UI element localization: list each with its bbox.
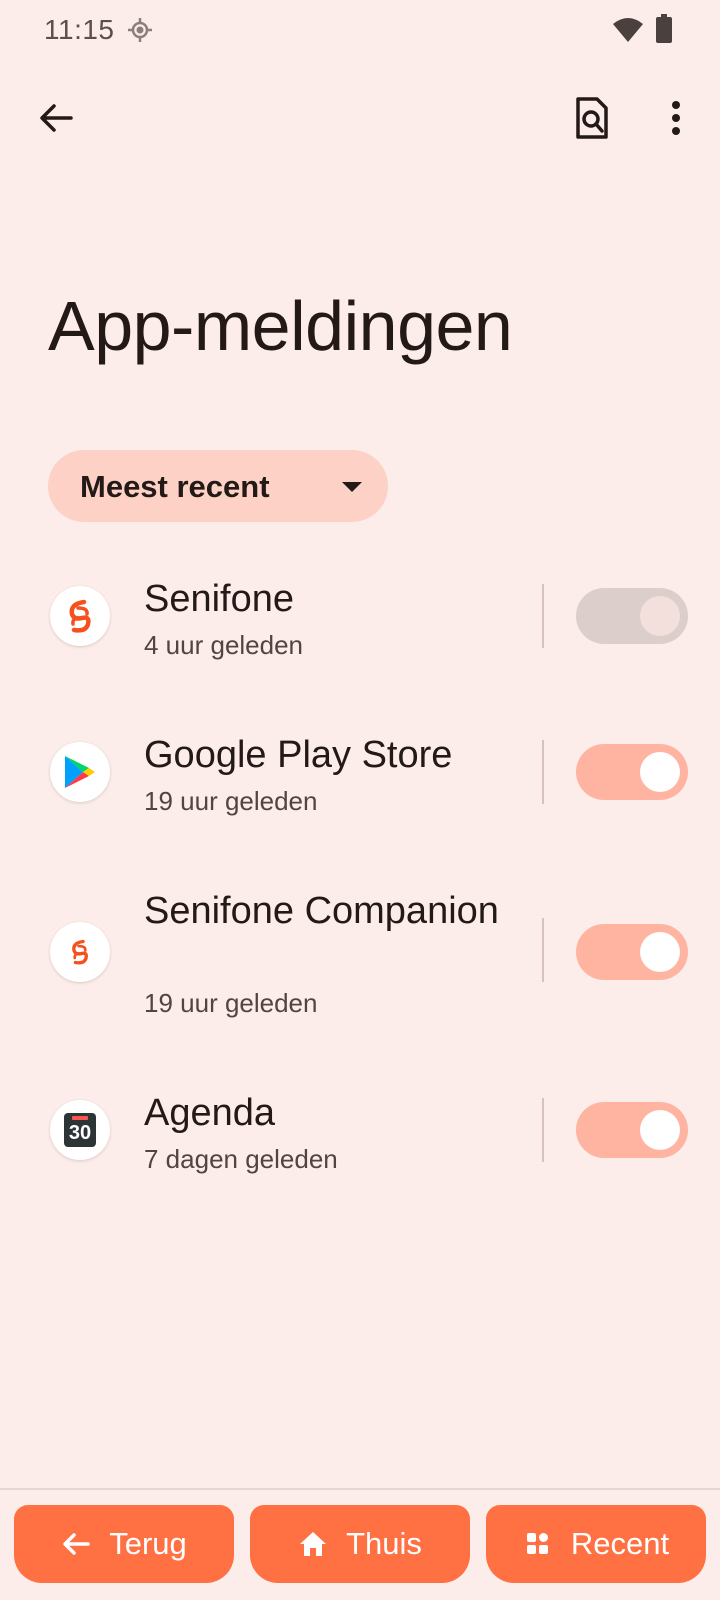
nav-home-button[interactable]: Thuis [250, 1505, 470, 1583]
search-document-icon [576, 97, 608, 139]
toggle-knob [640, 932, 680, 972]
toggle-knob [640, 596, 680, 636]
notification-toggle[interactable] [576, 924, 688, 980]
app-name: Google Play Store [144, 734, 453, 776]
sort-dropdown[interactable]: Meest recent [48, 450, 388, 522]
top-app-bar [0, 80, 720, 152]
search-settings-button[interactable] [566, 90, 618, 146]
app-row-google-play-store[interactable]: Google Play Store 19 uur geleden [0, 728, 720, 818]
dropdown-arrow-icon [342, 482, 362, 492]
arrow-back-icon [40, 104, 73, 132]
app-name: Senifone [144, 578, 295, 620]
notification-toggle[interactable] [576, 744, 688, 800]
senifone-companion-app-icon [50, 922, 110, 982]
app-name: Agenda [144, 1092, 276, 1134]
status-bar: 11:15 [0, 0, 720, 60]
row-divider [542, 740, 544, 804]
calendar-icon: 30 [64, 1113, 96, 1147]
location-icon [128, 18, 152, 42]
apps-grid-icon [523, 1529, 553, 1559]
more-vert-icon [672, 101, 680, 135]
notification-toggle[interactable] [576, 1102, 688, 1158]
app-last-notified: 7 dagen geleden [144, 1144, 338, 1174]
calendar-top-strip [72, 1116, 88, 1120]
row-divider [542, 584, 544, 648]
app-row-senifone-companion[interactable]: Senifone Companion 19 uur geleden [0, 886, 720, 1024]
nav-recent-label: Recent [570, 1526, 670, 1561]
notification-toggle[interactable] [576, 588, 688, 644]
senifone-app-icon [50, 586, 110, 646]
agenda-app-icon: 30 [50, 1100, 110, 1160]
app-last-notified: 4 uur geleden [144, 630, 304, 660]
row-divider [542, 918, 544, 982]
home-icon [298, 1529, 328, 1559]
app-row-agenda[interactable]: 30 Agenda 7 dagen geleden [0, 1092, 720, 1182]
page-title: App-meldingen [48, 287, 513, 365]
nav-home-label: Thuis [346, 1526, 422, 1561]
nav-back-button[interactable]: Terug [14, 1505, 234, 1583]
app-row-senifone[interactable]: Senifone 4 uur geleden [0, 572, 720, 662]
back-button[interactable] [30, 92, 82, 144]
bottom-nav-divider [0, 1488, 720, 1490]
battery-icon [656, 14, 672, 43]
nav-back-label: Terug [109, 1526, 187, 1561]
play-store-logo-icon [65, 756, 95, 788]
sort-selected-label: Meest recent [80, 469, 270, 504]
senifone-logo-icon [69, 599, 91, 633]
row-divider [542, 1098, 544, 1162]
google-play-store-app-icon [50, 742, 110, 802]
wifi-icon [613, 18, 643, 42]
more-options-button[interactable] [650, 90, 702, 146]
senifone-companion-logo-icon [72, 939, 88, 965]
toggle-knob [640, 1110, 680, 1150]
arrow-back-icon [61, 1529, 91, 1559]
status-time: 11:15 [44, 14, 115, 45]
calendar-day-label: 30 [68, 1122, 92, 1144]
app-last-notified: 19 uur geleden [144, 988, 318, 1018]
toggle-knob [640, 752, 680, 792]
nav-recent-button[interactable]: Recent [486, 1505, 706, 1583]
app-name: Senifone Companion [144, 890, 499, 932]
app-last-notified: 19 uur geleden [144, 786, 318, 816]
